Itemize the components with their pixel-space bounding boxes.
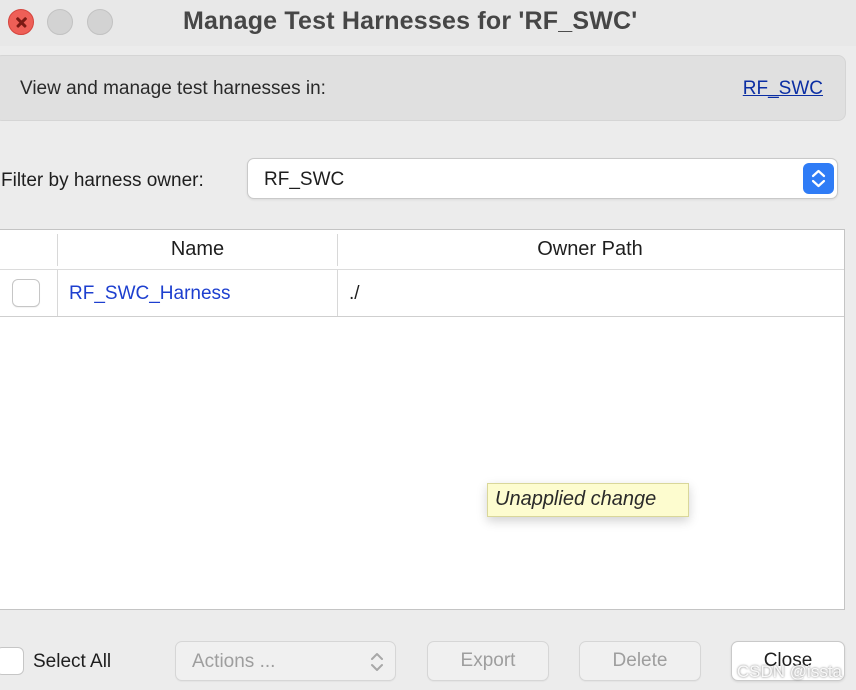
harness-table: Name Owner Path RF_SWC_Harness ./ [0,229,845,610]
column-header-name[interactable]: Name [59,238,336,261]
harness-owner-value: RF_SWC [264,169,345,190]
column-divider [337,270,338,316]
filter-label: Filter by harness owner: [1,170,204,191]
select-all-label[interactable]: Select All [33,651,111,673]
table-row[interactable]: RF_SWC_Harness ./ [0,270,844,317]
harness-name-link[interactable]: RF_SWC_Harness [69,283,231,305]
column-divider [57,270,58,316]
chevron-updown-icon [369,650,385,680]
column-header-owner-path[interactable]: Owner Path [338,238,842,261]
actions-dropdown[interactable]: Actions ... [175,641,396,681]
export-button[interactable]: Export [427,641,549,681]
title-bar: Manage Test Harnesses for 'RF_SWC' [0,0,856,46]
model-link[interactable]: RF_SWC [743,78,823,100]
table-header: Name Owner Path [0,230,844,270]
close-window-icon[interactable] [8,9,34,35]
row-checkbox[interactable] [12,279,40,307]
close-button[interactable]: Close [731,641,845,681]
minimize-window-icon[interactable] [47,9,73,35]
delete-button[interactable]: Delete [579,641,701,681]
select-stepper-icon[interactable] [803,163,834,194]
banner-text: View and manage test harnesses in: [20,78,326,99]
window-title: Manage Test Harnesses for 'RF_SWC' [183,7,638,35]
zoom-window-icon[interactable] [87,9,113,35]
owner-path-cell: ./ [349,283,360,304]
unapplied-change-tooltip: Unapplied change [487,483,689,517]
select-all-checkbox[interactable] [0,647,24,675]
info-banner: View and manage test harnesses in: RF_SW… [0,55,846,121]
actions-label: Actions ... [192,651,276,672]
column-divider [57,234,58,266]
harness-owner-select[interactable]: RF_SWC [247,158,838,199]
